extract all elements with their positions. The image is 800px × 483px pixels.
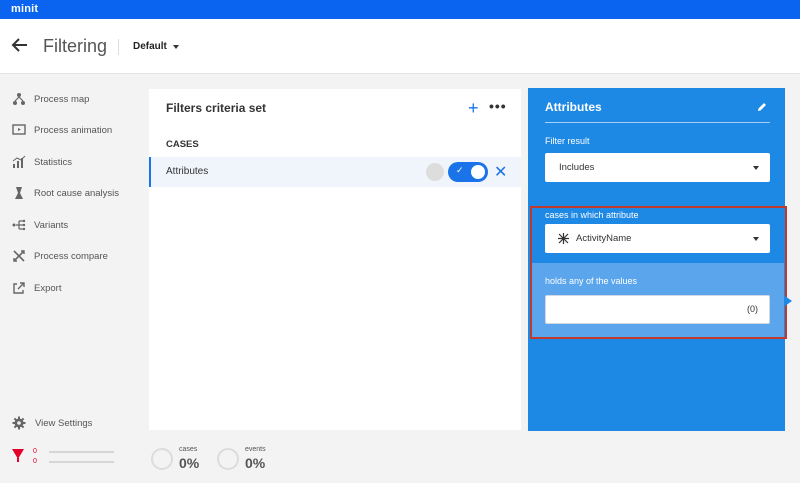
brand-bar: minit (0, 0, 800, 19)
sidebar-item-label: Process compare (34, 250, 108, 262)
sidebar: Process map Process animation Statistics… (0, 75, 133, 483)
sidebar-item-root-cause-analysis[interactable]: Root cause analysis (12, 184, 119, 202)
panel-divider (545, 122, 770, 123)
filter-count-events: 0 (33, 458, 37, 465)
root-cause-icon (15, 187, 23, 199)
view-settings-label: View Settings (35, 417, 93, 429)
export-icon (13, 282, 25, 294)
events-value: 0% (245, 455, 266, 471)
filters-panel-title: Filters criteria set (166, 101, 267, 115)
statistics-icon (12, 155, 26, 168)
attribute-value: ActivityName (576, 233, 632, 244)
more-options-button[interactable]: ••• (489, 98, 507, 114)
filter-result-label: Filter result (545, 136, 590, 146)
cases-label: cases (179, 446, 198, 453)
attribute-icon (558, 233, 569, 244)
filter-summary: 0 0 (12, 446, 122, 468)
reset-filter-icon[interactable] (426, 163, 444, 181)
edit-pencil-icon[interactable] (756, 101, 768, 113)
sidebar-item-variants[interactable]: Variants (12, 216, 68, 234)
chevron-down-icon (753, 166, 759, 170)
events-label: events (245, 446, 266, 453)
process-compare-icon (13, 250, 25, 262)
remove-filter-icon[interactable]: ✕ (494, 162, 507, 182)
preset-label: Default (133, 41, 167, 52)
section-label: CASES (166, 139, 199, 150)
sidebar-item-statistics[interactable]: Statistics (12, 153, 72, 171)
sidebar-item-label: Export (34, 282, 62, 294)
sidebar-item-process-map[interactable]: Process map (12, 90, 89, 108)
values-input[interactable]: (0) (545, 295, 770, 324)
minit-logo: minit (11, 3, 39, 15)
panel-pointer-icon (785, 296, 792, 306)
preset-dropdown[interactable]: Default (133, 41, 179, 52)
filter-bar-cases (49, 451, 114, 453)
header-divider (118, 39, 119, 55)
values-count: (0) (747, 304, 758, 314)
page-title: Filtering (43, 36, 108, 56)
add-filter-button[interactable]: + (468, 98, 479, 119)
check-icon: ✓ (456, 165, 464, 175)
filter-enabled-toggle[interactable]: ✓ (448, 162, 488, 182)
events-ring (217, 448, 239, 470)
sidebar-item-label: Process map (34, 93, 90, 105)
view-settings-button[interactable]: View Settings (12, 416, 92, 430)
toggle-knob (471, 165, 485, 179)
sidebar-item-label: Variants (34, 219, 69, 231)
sidebar-item-process-compare[interactable]: Process compare (12, 247, 108, 265)
chevron-down-icon (172, 44, 179, 49)
sidebar-item-process-animation[interactable]: Process animation (12, 121, 112, 139)
process-map-icon (13, 93, 25, 105)
page-header: Filtering Default (0, 19, 800, 74)
gear-icon (12, 416, 26, 430)
filter-result-select[interactable]: Includes (545, 153, 770, 182)
back-arrow-icon[interactable] (10, 35, 30, 55)
cases-ring (151, 448, 173, 470)
filter-count-cases: 0 (33, 448, 37, 455)
chevron-down-icon (753, 237, 759, 241)
sidebar-item-label: Statistics (34, 156, 73, 168)
variants-icon (12, 219, 26, 231)
attributes-panel: Attributes Filter result Includes cases … (528, 88, 787, 431)
attributes-panel-title: Attributes (545, 100, 602, 114)
filter-bar-events (49, 461, 114, 463)
sidebar-item-label: Root cause analysis (34, 187, 120, 199)
sidebar-item-label: Process animation (34, 124, 113, 136)
stats-bar: cases 0% events 0% (133, 432, 800, 483)
attribute-label: cases in which attribute (545, 210, 639, 220)
values-label: holds any of the values (545, 276, 638, 286)
funnel-stem (17, 458, 19, 462)
process-animation-icon (12, 124, 26, 135)
attribute-select[interactable]: ActivityName (545, 224, 770, 253)
filter-row-label: Attributes (166, 166, 209, 177)
sidebar-item-export[interactable]: Export (12, 279, 61, 297)
filters-criteria-panel: Filters criteria set + ••• CASES Attribu… (149, 89, 521, 430)
cases-value: 0% (179, 455, 200, 471)
filter-result-value: Includes (559, 162, 595, 173)
filter-row-attributes[interactable]: Attributes ✓ ✕ (149, 157, 521, 187)
